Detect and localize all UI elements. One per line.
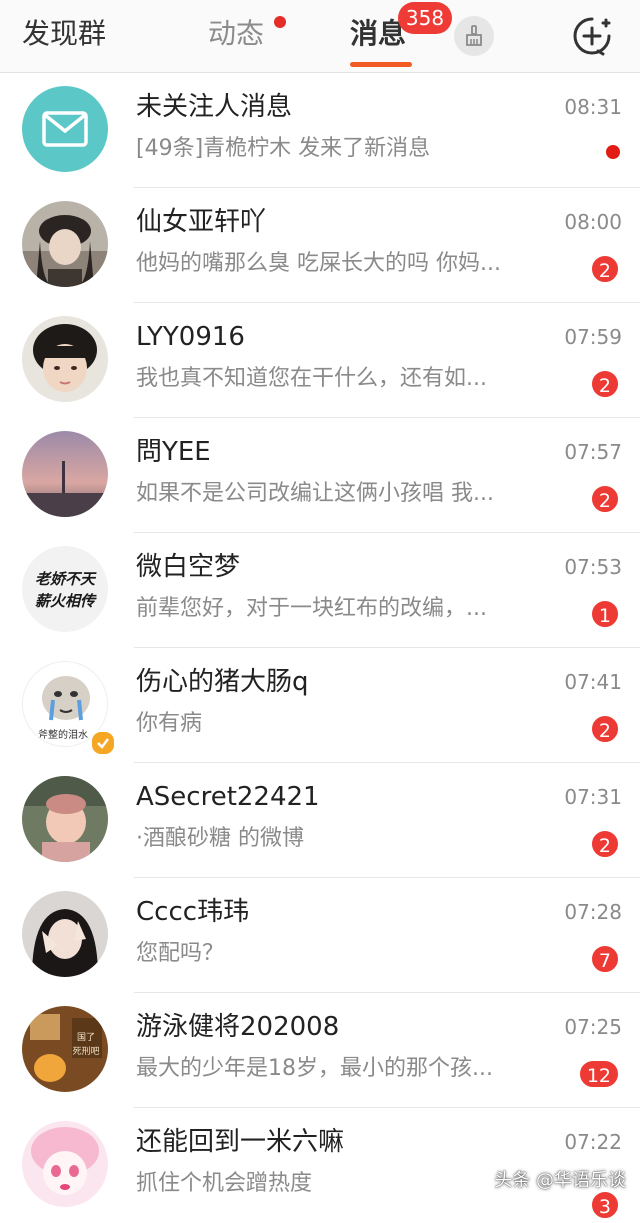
avatar — [22, 776, 108, 862]
message-preview: 你有病 — [136, 708, 546, 740]
avatar-photo — [22, 201, 108, 287]
message-time: 07:53 — [564, 553, 622, 581]
watermark: 头条 @华语乐谈 — [494, 1166, 626, 1192]
conversation-row[interactable]: ASecret22421 ·酒酿砂糖 的微博 07:31 2 — [0, 763, 640, 878]
avatar-photo — [22, 431, 108, 517]
contact-name: 微白空梦 — [136, 549, 240, 585]
unread-count-badge: 3 — [590, 1190, 620, 1220]
message-time: 07:59 — [564, 323, 622, 351]
avatar: 老娇不天 薪火相传 — [22, 546, 108, 632]
avatar — [22, 316, 108, 402]
contact-name: LYY0916 — [136, 319, 245, 355]
avatar — [22, 891, 108, 977]
avatar — [22, 86, 108, 172]
conversation-row[interactable]: 老娇不天 薪火相传 微白空梦 前辈您好，对于一块红布的改编，... 07:53 … — [0, 533, 640, 648]
svg-text:国了: 国了 — [77, 1032, 95, 1043]
unread-count-badge: 12 — [578, 1059, 620, 1089]
top-navigation-bar: 发现群 动态 消息 358 — [0, 0, 640, 73]
message-preview: [49条]青桅柠木 发来了新消息 — [136, 133, 546, 165]
avatar-photo — [22, 891, 108, 977]
avatar — [22, 201, 108, 287]
add-button[interactable] — [570, 14, 614, 58]
unread-count-badge: 7 — [590, 944, 620, 974]
contact-name: 未关注人消息 — [136, 89, 292, 125]
message-preview: 您配吗？ — [136, 938, 546, 970]
avatar-photo: 国了 死刑吧 — [22, 1006, 108, 1092]
unread-count-badge: 2 — [590, 714, 620, 744]
avatar: 国了 死刑吧 — [22, 1006, 108, 1092]
message-time: 07:28 — [564, 898, 622, 926]
message-preview: 如果不是公司改编让这俩小孩唱 我... — [136, 478, 546, 510]
unread-count-badge: 2 — [590, 369, 620, 399]
conversation-row[interactable]: 仙女亚轩吖 他妈的嘴那么臭 吃屎长大的吗 你妈... 08:00 2 — [0, 188, 640, 303]
avatar-anime — [22, 1121, 108, 1207]
svg-text:薪火相传: 薪火相传 — [35, 592, 97, 610]
message-time: 07:57 — [564, 438, 622, 466]
verified-badge-icon — [90, 730, 116, 756]
messages-count-badge: 358 — [398, 2, 452, 34]
unread-count-badge: 1 — [590, 599, 620, 629]
conversation-row[interactable]: LYY0916 我也真不知道您在干什么，还有如... 07:59 2 — [0, 303, 640, 418]
message-time: 08:00 — [564, 208, 622, 236]
message-preview: 我也真不知道您在干什么，还有如... — [136, 363, 546, 395]
conversation-row[interactable]: 問YEE 如果不是公司改编让这俩小孩唱 我... 07:57 2 — [0, 418, 640, 533]
contact-name: Cccc玮玮 — [136, 894, 249, 930]
calligraphy-avatar: 老娇不天 薪火相传 — [22, 546, 108, 632]
svg-text:老娇不天: 老娇不天 — [35, 570, 97, 588]
contact-name: 还能回到一米六嘛 — [136, 1124, 344, 1160]
message-preview: 他妈的嘴那么臭 吃屎长大的吗 你妈... — [136, 248, 546, 280]
contact-name: 伤心的猪大肠q — [136, 664, 309, 700]
dynamic-unread-dot — [274, 16, 286, 28]
avatar-photo — [22, 776, 108, 862]
message-preview: ·酒酿砂糖 的微博 — [136, 823, 546, 855]
tab-dynamic[interactable]: 动态 — [208, 14, 264, 54]
message-time: 07:41 — [564, 668, 622, 696]
clear-unread-button[interactable] — [454, 16, 494, 56]
contact-name: 仙女亚轩吖 — [136, 204, 266, 240]
unread-count-badge: 2 — [590, 484, 620, 514]
unread-count-badge: 2 — [590, 254, 620, 284]
active-tab-indicator — [350, 62, 412, 67]
message-time: 07:25 — [564, 1013, 622, 1041]
conversation-row[interactable]: Cccc玮玮 您配吗？ 07:28 7 — [0, 878, 640, 993]
plus-circle-icon — [570, 14, 614, 58]
unread-count-badge: 2 — [590, 829, 620, 859]
avatar — [22, 431, 108, 517]
conversation-row[interactable]: 斧整的泪水 伤心的猪大肠q 你有病 07:41 2 — [0, 648, 640, 763]
avatar-photo — [22, 316, 108, 402]
conversation-row[interactable]: 未关注人消息 [49条]青桅柠木 发来了新消息 08:31 — [0, 73, 640, 188]
contact-name: 游泳健将202008 — [136, 1009, 339, 1045]
broom-icon — [462, 24, 486, 48]
message-preview: 最大的少年是18岁，最小的那个孩... — [136, 1053, 546, 1085]
message-time: 08:31 — [564, 93, 622, 121]
conversation-row[interactable]: 国了 死刑吧 游泳健将202008 最大的少年是18岁，最小的那个孩... 07… — [0, 993, 640, 1108]
message-preview: 抓住个机会蹭热度 — [136, 1168, 546, 1200]
contact-name: ASecret22421 — [136, 779, 320, 815]
unread-dot — [606, 145, 620, 159]
mail-icon — [22, 86, 108, 172]
svg-text:死刑吧: 死刑吧 — [72, 1046, 99, 1057]
message-preview: 前辈您好，对于一块红布的改编，... — [136, 593, 546, 625]
avatar — [22, 1121, 108, 1207]
message-time: 07:22 — [564, 1128, 622, 1156]
message-time: 07:31 — [564, 783, 622, 811]
svg-text:斧整的泪水: 斧整的泪水 — [38, 728, 88, 741]
contact-name: 問YEE — [136, 434, 211, 470]
tab-discover-groups[interactable]: 发现群 — [22, 14, 106, 54]
